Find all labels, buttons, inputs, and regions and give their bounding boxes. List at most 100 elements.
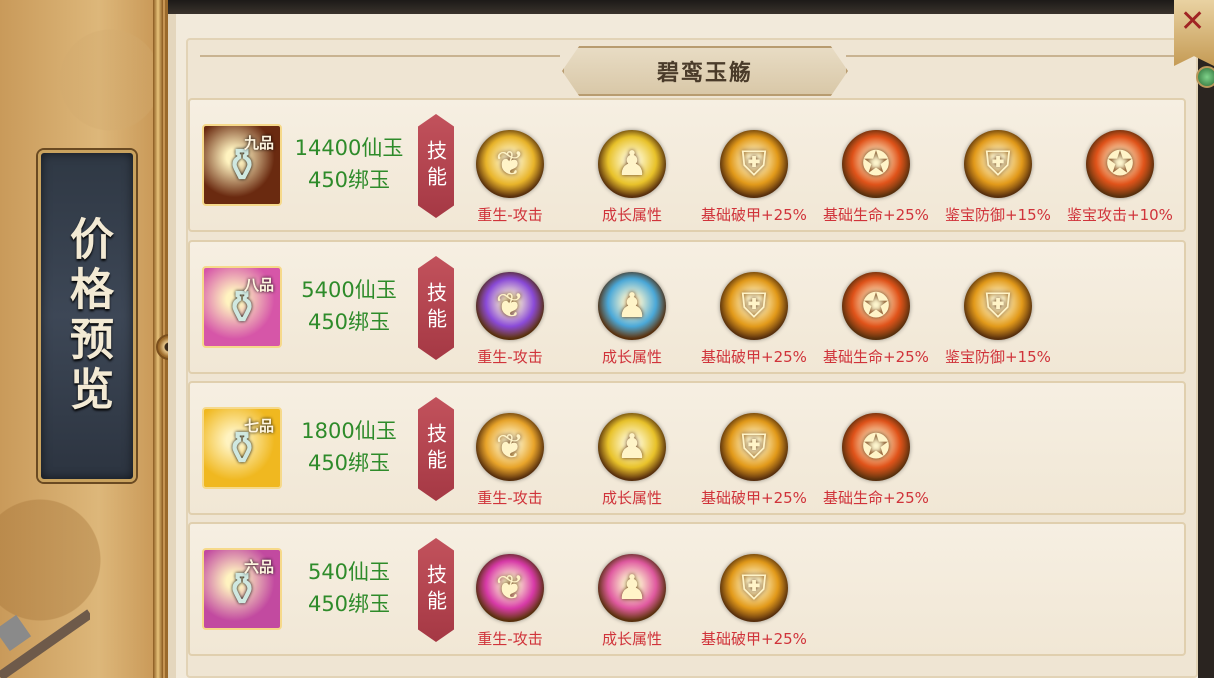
- broken-shield-icon-glyph: ⛨: [741, 286, 767, 326]
- phoenix-icon-glyph: ❦: [495, 427, 525, 467]
- strength-icon[interactable]: ✪: [1086, 130, 1154, 198]
- skill-label: 重生-攻击: [477, 348, 543, 366]
- skill-label: 鉴宝攻击+10%: [1067, 206, 1173, 224]
- broken-shield-icon[interactable]: ⛨: [964, 130, 1032, 198]
- skill-tag-label: 技能: [423, 140, 448, 192]
- strength-icon[interactable]: ✪: [842, 130, 910, 198]
- skill-label: 重生-攻击: [477, 489, 543, 507]
- skill-tag: 技能: [418, 397, 454, 501]
- price-xianyu: 14400仙玉: [294, 136, 404, 160]
- phoenix-icon[interactable]: ❦: [476, 413, 544, 481]
- skill-label: 鉴宝防御+15%: [945, 206, 1051, 224]
- growth-figure-icon-glyph: ♟: [616, 427, 648, 467]
- price-row: ⚱ 九品 14400仙玉 450绑玉 技能 ❦ 重生-攻击 ♟ 成长属性 ⛨ 基础破甲+25% ✪ 基础…: [188, 98, 1186, 232]
- skill-tag: 技能: [418, 256, 454, 360]
- growth-figure-icon-glyph: ♟: [616, 286, 648, 326]
- skill-item[interactable]: ♟ 成长属性: [572, 130, 692, 225]
- growth-figure-icon[interactable]: ♟: [598, 413, 666, 481]
- broken-shield-icon[interactable]: ⛨: [720, 413, 788, 481]
- price-row: ⚱ 八品 5400仙玉 450绑玉 技能 ❦ 重生-攻击 ♟ 成长属性 ⛨ 基础破甲+25% ✪ 基础生…: [188, 240, 1186, 374]
- strength-icon[interactable]: ✪: [842, 413, 910, 481]
- skill-item[interactable]: ❦ 重生-攻击: [450, 413, 570, 508]
- skill-item[interactable]: ⛨ 基础破甲+25%: [694, 130, 814, 225]
- skill-item[interactable]: ✪ 基础生命+25%: [816, 413, 936, 508]
- skill-item[interactable]: ✪ 鉴宝攻击+10%: [1060, 130, 1180, 225]
- phoenix-icon[interactable]: ❦: [476, 130, 544, 198]
- skill-label: 基础生命+25%: [823, 348, 929, 366]
- item-grade-badge: 六品: [243, 558, 274, 576]
- broken-shield-icon[interactable]: ⛨: [720, 130, 788, 198]
- skill-tag: 技能: [418, 114, 454, 218]
- broken-shield-icon-glyph: ⛨: [741, 568, 767, 608]
- skill-item[interactable]: ⛨ 鉴宝防御+15%: [938, 130, 1058, 225]
- item-jade-cup-icon[interactable]: ⚱ 八品: [202, 266, 282, 348]
- skill-item[interactable]: ✪ 基础生命+25%: [816, 130, 936, 225]
- phoenix-icon[interactable]: ❦: [476, 554, 544, 622]
- skill-item[interactable]: ❦ 重生-攻击: [450, 554, 570, 649]
- skill-item[interactable]: ♟ 成长属性: [572, 413, 692, 508]
- skill-label: 成长属性: [601, 206, 662, 224]
- strength-icon-glyph: ✪: [861, 286, 891, 326]
- price-bangyu: 450绑玉: [307, 451, 391, 475]
- strength-icon[interactable]: ✪: [842, 272, 910, 340]
- price-row: ⚱ 七品 1800仙玉 450绑玉 技能 ❦ 重生-攻击 ♟ 成长属性 ⛨ 基础破甲+25% ✪ 基础生…: [188, 381, 1186, 515]
- skill-item[interactable]: ❦ 重生-攻击: [450, 272, 570, 367]
- broken-shield-icon[interactable]: ⛨: [720, 554, 788, 622]
- price-block: 14400仙玉 450绑玉: [290, 132, 408, 196]
- price-row: ⚱ 六品 540仙玉 450绑玉 技能 ❦ 重生-攻击 ♟ 成长属性 ⛨ 基础破甲+25%: [188, 522, 1186, 656]
- strength-icon-glyph: ✪: [861, 144, 891, 184]
- skill-label: 基础破甲+25%: [701, 489, 807, 507]
- growth-figure-icon-glyph: ♟: [616, 568, 648, 608]
- price-xianyu: 540仙玉: [307, 560, 391, 584]
- price-bangyu: 450绑玉: [307, 592, 391, 616]
- skill-tag-label: 技能: [423, 282, 448, 334]
- skill-label: 重生-攻击: [477, 630, 543, 648]
- top-background-strip: [160, 0, 1214, 14]
- tab-price-preview[interactable]: 价格预览: [38, 150, 136, 482]
- skill-item[interactable]: ⛨ 鉴宝防御+15%: [938, 272, 1058, 367]
- skill-item[interactable]: ❦ 重生-攻击: [450, 130, 570, 225]
- skill-tag: 技能: [418, 538, 454, 642]
- growth-figure-icon[interactable]: ♟: [598, 272, 666, 340]
- skill-label: 成长属性: [601, 348, 662, 366]
- strength-icon-glyph: ✪: [1105, 144, 1135, 184]
- price-block: 5400仙玉 450绑玉: [290, 274, 408, 338]
- item-grade-badge: 九品: [243, 134, 274, 152]
- skill-label: 基础破甲+25%: [701, 206, 807, 224]
- title-divider-left: [200, 55, 560, 57]
- growth-figure-icon[interactable]: ♟: [598, 130, 666, 198]
- growth-figure-icon-glyph: ♟: [616, 144, 648, 184]
- skill-item[interactable]: ♟ 成长属性: [572, 554, 692, 649]
- price-block: 1800仙玉 450绑玉: [290, 415, 408, 479]
- skill-item[interactable]: ♟ 成长属性: [572, 272, 692, 367]
- skill-item[interactable]: ✪ 基础生命+25%: [816, 272, 936, 367]
- skill-label: 鉴宝防御+15%: [945, 348, 1051, 366]
- skill-label: 成长属性: [601, 630, 662, 648]
- item-grade-badge: 七品: [243, 417, 274, 435]
- skill-label: 基础破甲+25%: [701, 348, 807, 366]
- item-jade-cup-icon[interactable]: ⚱ 七品: [202, 407, 282, 489]
- broken-shield-icon[interactable]: ⛨: [720, 272, 788, 340]
- phoenix-icon-glyph: ❦: [495, 144, 525, 184]
- title-divider-right: [846, 55, 1186, 57]
- broken-shield-icon-glyph: ⛨: [985, 144, 1011, 184]
- phoenix-icon[interactable]: ❦: [476, 272, 544, 340]
- broken-shield-icon[interactable]: ⛨: [964, 272, 1032, 340]
- broken-shield-icon-glyph: ⛨: [741, 144, 767, 184]
- skill-label: 重生-攻击: [477, 206, 543, 224]
- skill-tag-label: 技能: [423, 423, 448, 475]
- phoenix-icon-glyph: ❦: [495, 286, 525, 326]
- tab-price-preview-label: 价格预览: [62, 216, 113, 416]
- skill-tag-label: 技能: [423, 564, 448, 616]
- skill-label: 基础破甲+25%: [701, 630, 807, 648]
- skill-item[interactable]: ⛨ 基础破甲+25%: [694, 413, 814, 508]
- close-icon[interactable]: ✕: [1180, 4, 1205, 39]
- growth-figure-icon[interactable]: ♟: [598, 554, 666, 622]
- item-jade-cup-icon[interactable]: ⚱ 九品: [202, 124, 282, 206]
- price-bangyu: 450绑玉: [307, 310, 391, 334]
- page-title: 碧鸾玉觞: [656, 61, 753, 86]
- skill-item[interactable]: ⛨ 基础破甲+25%: [694, 554, 814, 649]
- item-jade-cup-icon[interactable]: ⚱ 六品: [202, 548, 282, 630]
- skill-label: 基础生命+25%: [823, 489, 929, 507]
- skill-item[interactable]: ⛨ 基础破甲+25%: [694, 272, 814, 367]
